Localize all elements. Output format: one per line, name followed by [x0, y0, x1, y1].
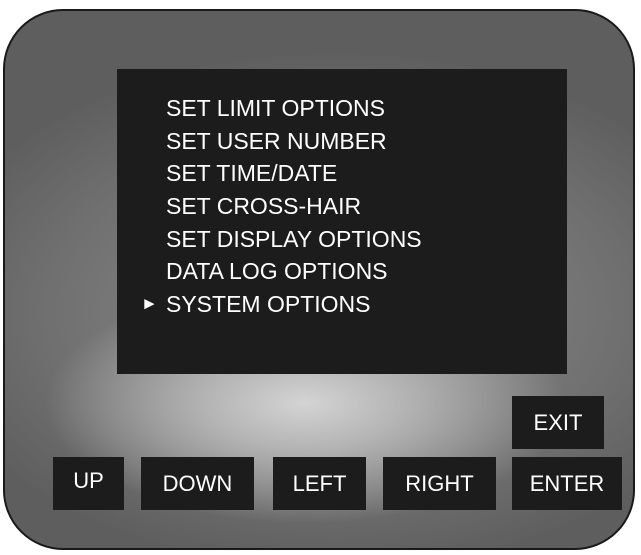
menu-item-label: SET DISPLAY OPTIONS — [166, 225, 422, 252]
menu-item-label: SET CROSS-HAIR — [166, 193, 362, 220]
display-screen: SET LIMIT OPTIONS SET USER NUMBER SET TI… — [117, 69, 567, 374]
menu-item-data-log-options[interactable]: DATA LOG OPTIONS — [117, 255, 422, 288]
settings-menu: SET LIMIT OPTIONS SET USER NUMBER SET TI… — [117, 92, 422, 321]
menu-item-label: DATA LOG OPTIONS — [166, 258, 388, 285]
device-body: SET LIMIT OPTIONS SET USER NUMBER SET TI… — [3, 9, 635, 550]
menu-item-set-display-options[interactable]: SET DISPLAY OPTIONS — [117, 223, 422, 256]
menu-item-label: SET LIMIT OPTIONS — [166, 95, 385, 121]
enter-button[interactable]: ENTER — [512, 457, 622, 510]
exit-button[interactable]: EXIT — [512, 396, 604, 449]
down-button[interactable]: DOWN — [141, 457, 254, 510]
selection-arrow-icon: ► — [141, 294, 158, 314]
menu-item-set-limit-options[interactable]: SET LIMIT OPTIONS — [117, 92, 422, 125]
up-button[interactable]: UP — [53, 457, 124, 510]
menu-item-set-cross-hair[interactable]: SET CROSS-HAIR — [117, 190, 422, 223]
menu-item-set-user-number[interactable]: SET USER NUMBER — [117, 125, 422, 158]
menu-item-label: SET USER NUMBER — [166, 127, 387, 154]
menu-item-label: SET TIME/DATE — [166, 160, 338, 187]
right-button[interactable]: RIGHT — [383, 457, 496, 510]
menu-item-label: SYSTEM OPTIONS — [166, 291, 371, 318]
menu-item-set-time-date[interactable]: SET TIME/DATE — [117, 157, 422, 190]
menu-item-system-options[interactable]: ► SYSTEM OPTIONS — [117, 288, 422, 321]
left-button[interactable]: LEFT — [273, 457, 366, 510]
